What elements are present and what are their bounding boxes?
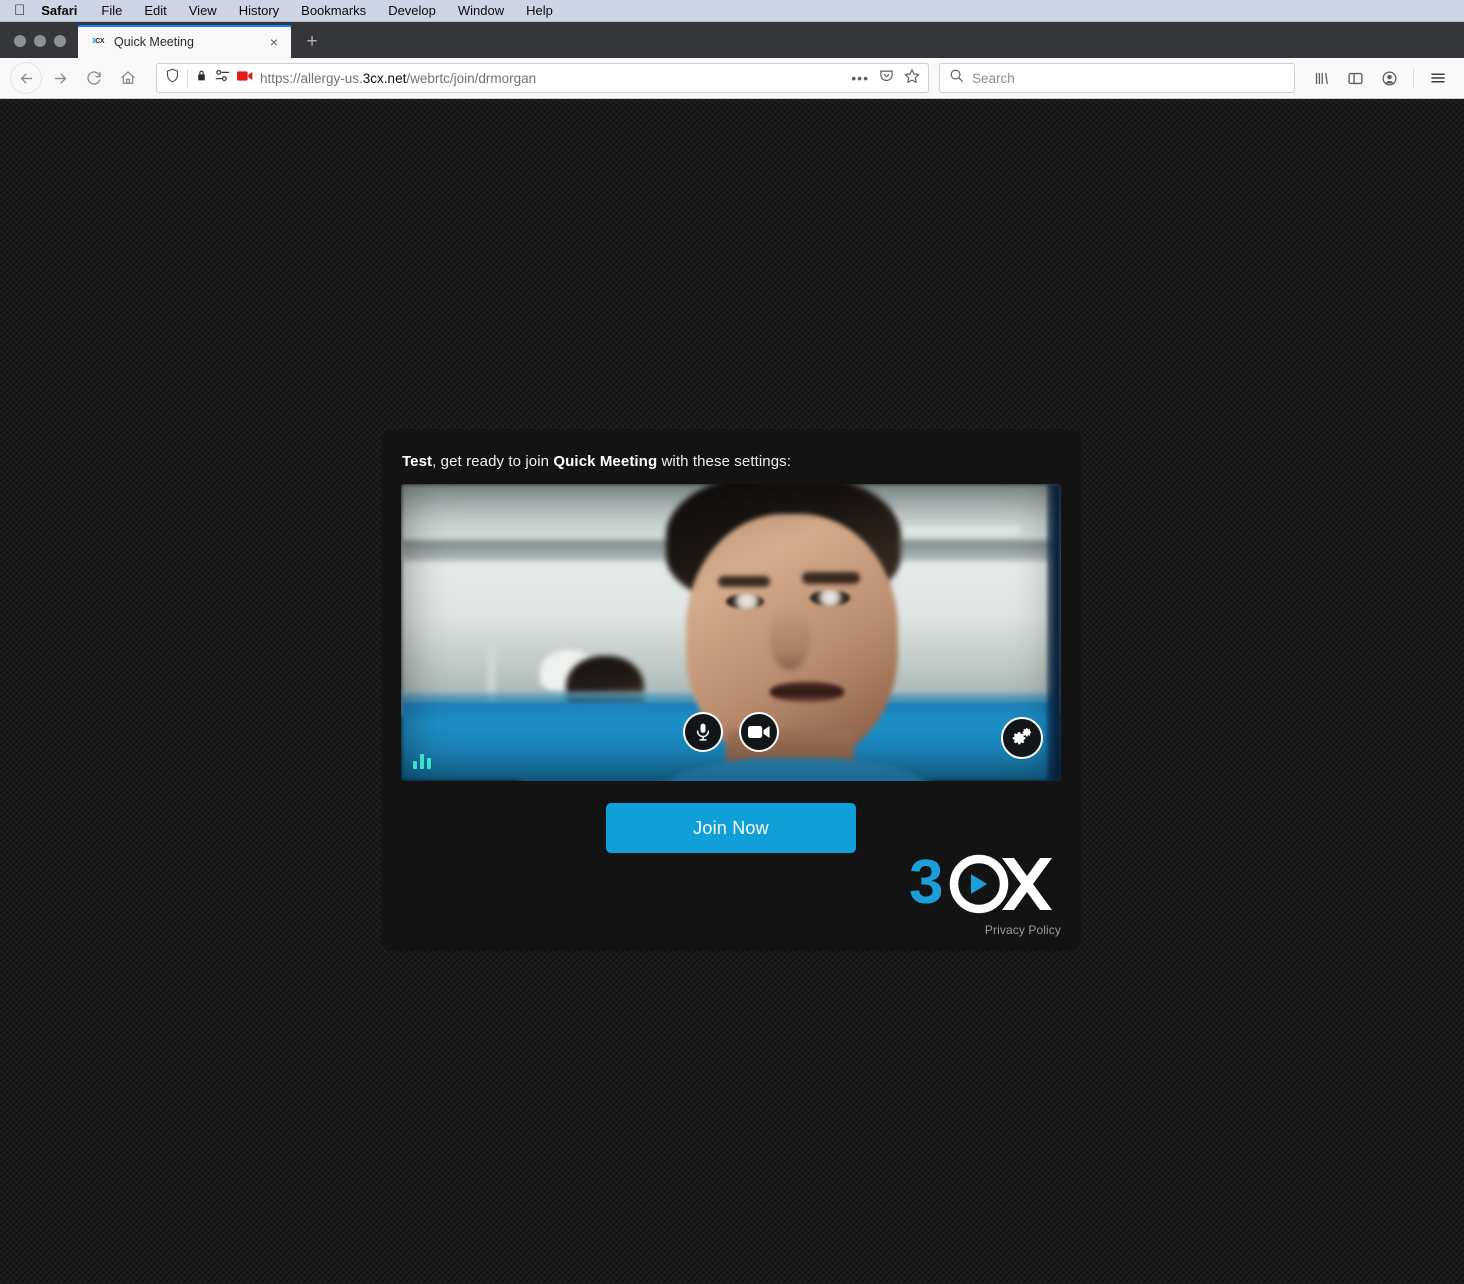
account-icon[interactable]	[1373, 62, 1405, 94]
menu-item-view[interactable]: View	[178, 3, 228, 18]
greeting-suffix-text: with these settings:	[657, 453, 792, 470]
close-icon[interactable]: ×	[265, 33, 283, 51]
toolbar-right-buttons	[1305, 62, 1454, 94]
star-bookmark-icon[interactable]	[904, 68, 920, 89]
3cx-logo-icon: 3	[909, 854, 1061, 916]
menu-item-edit[interactable]: Edit	[133, 3, 177, 18]
3cx-branding: 3 Privacy Policy	[861, 854, 1061, 937]
url-path: /webrtc/join/drmorgan	[406, 70, 537, 86]
pocket-icon[interactable]	[879, 68, 894, 88]
hamburger-menu-icon[interactable]	[1422, 62, 1454, 94]
svg-text:3: 3	[909, 854, 943, 916]
tracking-protection-shield-icon[interactable]	[165, 68, 180, 88]
join-now-button[interactable]: Join Now	[606, 803, 856, 853]
os-menu-bar:  Safari File Edit View History Bookmark…	[0, 0, 1464, 22]
url-text[interactable]: https://allergy-us.3cx.net/webrtc/join/d…	[260, 71, 844, 86]
window-zoom-button[interactable]	[54, 35, 66, 47]
url-prefix: https://allergy-us.	[260, 70, 363, 86]
page-title: Test, get ready to join Quick Meeting wi…	[402, 453, 1061, 470]
url-address-bar[interactable]: https://allergy-us.3cx.net/webrtc/join/d…	[156, 63, 929, 93]
back-icon[interactable]	[10, 62, 42, 94]
site-permissions-icon[interactable]	[215, 69, 230, 87]
window-minimize-button[interactable]	[34, 35, 46, 47]
sidebar-icon[interactable]	[1339, 62, 1371, 94]
browser-navigation-toolbar: https://allergy-us.3cx.net/webrtc/join/d…	[0, 58, 1464, 99]
home-icon[interactable]	[112, 62, 144, 94]
video-preview[interactable]	[401, 484, 1061, 781]
audio-level-meter-icon	[413, 753, 431, 769]
search-icon	[949, 68, 964, 88]
microphone-icon[interactable]	[683, 712, 723, 752]
video-control-buttons	[401, 712, 1061, 752]
apple-logo-icon[interactable]: 	[14, 3, 25, 18]
3cx-favicon-icon: 3 CX	[90, 34, 106, 50]
meeting-name: Quick Meeting	[553, 453, 658, 470]
join-meeting-panel: Test, get ready to join Quick Meeting wi…	[381, 429, 1081, 951]
window-close-button[interactable]	[14, 35, 26, 47]
search-input[interactable]: Search	[939, 63, 1295, 93]
reload-icon[interactable]	[78, 62, 110, 94]
url-host: 3cx.net	[362, 70, 407, 86]
greeting-user-name: Test	[402, 453, 433, 470]
menu-item-bookmarks[interactable]: Bookmarks	[290, 3, 377, 18]
menu-item-help[interactable]: Help	[515, 3, 564, 18]
toolbar-divider	[1413, 68, 1414, 88]
menu-item-safari[interactable]: Safari	[41, 3, 90, 18]
menu-item-history[interactable]: History	[228, 3, 290, 18]
window-traffic-lights	[0, 35, 78, 58]
new-tab-button[interactable]: +	[297, 26, 327, 56]
forward-icon[interactable]	[44, 62, 76, 94]
identity-divider	[187, 69, 188, 87]
privacy-policy-link[interactable]: Privacy Policy	[861, 923, 1061, 937]
tab-title: Quick Meeting	[114, 34, 194, 49]
search-placeholder: Search	[972, 70, 1015, 86]
video-camera-icon[interactable]	[739, 712, 779, 752]
menu-item-file[interactable]: File	[90, 3, 133, 18]
library-icon[interactable]	[1305, 62, 1337, 94]
greeting-middle-text: , get ready to join	[432, 453, 554, 470]
camera-sharing-icon[interactable]	[237, 69, 253, 87]
settings-gears-icon[interactable]	[1001, 717, 1043, 759]
padlock-icon[interactable]	[195, 68, 208, 88]
menu-item-window[interactable]: Window	[447, 3, 515, 18]
menu-item-develop[interactable]: Develop	[377, 3, 447, 18]
browser-tab-quick-meeting[interactable]: 3 CX Quick Meeting ×	[78, 25, 291, 58]
browser-tab-strip: 3 CX Quick Meeting × +	[0, 22, 1464, 58]
webrtc-join-page: Test, get ready to join Quick Meeting wi…	[0, 99, 1464, 1283]
join-button-row: Join Now	[401, 803, 1061, 853]
page-actions-icon[interactable]: •••	[851, 71, 869, 85]
favicon-letters: CX	[95, 38, 105, 45]
